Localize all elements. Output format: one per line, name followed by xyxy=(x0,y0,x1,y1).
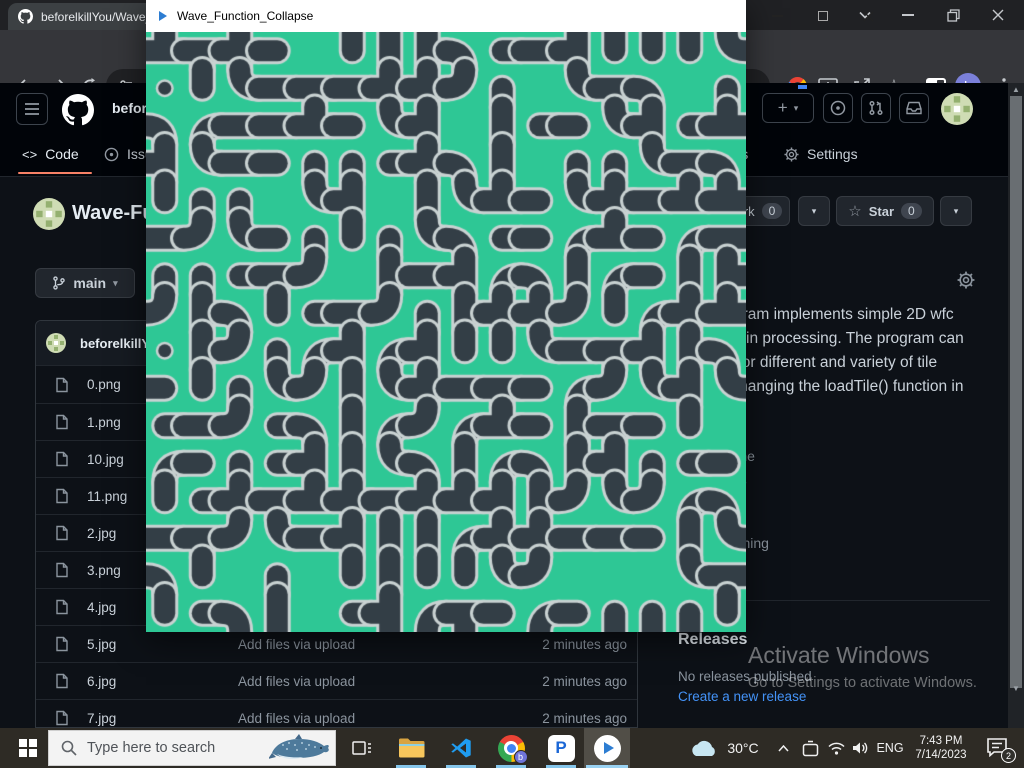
create-new-button[interactable]: +▾ xyxy=(762,93,814,123)
github-logo-icon[interactable] xyxy=(62,94,94,126)
sketch-app-icon xyxy=(159,11,167,21)
temperature-label[interactable]: 30°C xyxy=(722,728,764,768)
task-view-button[interactable] xyxy=(346,728,378,768)
page-scrollbar[interactable]: ▲ ▼ xyxy=(1008,83,1024,728)
active-tab-underline xyxy=(18,172,92,174)
branch-selector[interactable]: main ▾ xyxy=(35,268,135,298)
tab-code[interactable]: <> Code xyxy=(22,139,79,169)
vscode-button[interactable] xyxy=(444,728,478,768)
create-release-link[interactable]: Create a new release xyxy=(678,689,806,704)
file-icon xyxy=(54,710,70,726)
file-name-link[interactable]: 7.jpg xyxy=(87,711,222,726)
chrome-icon: b xyxy=(498,735,525,762)
scroll-up-icon[interactable]: ▲ xyxy=(1008,83,1024,96)
weather-icon[interactable] xyxy=(686,728,720,768)
star-label: Star xyxy=(869,204,894,219)
file-icon xyxy=(54,377,70,393)
tab-settings-label: Settings xyxy=(807,146,858,162)
commit-time: 2 minutes ago xyxy=(542,637,627,652)
wfc-window-title: Wave_Function_Collapse xyxy=(177,9,313,23)
file-icon xyxy=(54,673,70,689)
code-icon: <> xyxy=(22,147,37,162)
file-name-link[interactable]: 6.jpg xyxy=(87,674,222,689)
language-indicator[interactable]: ENG xyxy=(872,728,908,768)
user-avatar[interactable] xyxy=(941,93,973,125)
browser-restore-button[interactable] xyxy=(933,0,973,30)
commit-message-link[interactable]: Add files via upload xyxy=(238,711,355,726)
commit-message-link[interactable]: Add files via upload xyxy=(238,674,355,689)
hamburger-menu-icon[interactable] xyxy=(16,93,48,125)
clock-time: 7:43 PM xyxy=(920,734,963,748)
wifi-icon[interactable] xyxy=(824,728,848,768)
github-favicon-icon xyxy=(18,9,33,24)
tab-settings[interactable]: Settings xyxy=(784,139,858,169)
wfc-close-button[interactable] xyxy=(846,0,891,32)
fork-dropdown-button[interactable]: ▾ xyxy=(798,196,830,226)
notification-center-button[interactable]: 2 xyxy=(980,728,1020,768)
commit-message-link[interactable]: Add files via upload xyxy=(238,637,355,652)
tablet-mode-icon[interactable] xyxy=(798,728,822,768)
file-icon xyxy=(54,599,70,615)
branch-label: main xyxy=(73,275,106,291)
file-icon xyxy=(54,488,70,504)
star-icon: ☆ xyxy=(848,202,861,220)
star-button[interactable]: ☆ Star 0 xyxy=(836,196,934,226)
clock[interactable]: 7:43 PM 7/14/2023 xyxy=(908,728,974,768)
star-count: 0 xyxy=(901,203,922,219)
issues-header-icon[interactable] xyxy=(823,93,853,123)
tray-expand-chevron-icon[interactable] xyxy=(772,728,794,768)
file-icon xyxy=(54,414,70,430)
branch-icon xyxy=(52,276,66,290)
tab-code-label: Code xyxy=(45,146,78,162)
star-dropdown-button[interactable]: ▾ xyxy=(940,196,972,226)
gear-icon xyxy=(784,147,799,162)
wfc-maximize-button[interactable] xyxy=(800,0,845,32)
speaker-icon[interactable] xyxy=(848,728,872,768)
caret-down-icon: ▾ xyxy=(113,278,118,289)
processing-button[interactable]: P xyxy=(544,728,578,768)
scroll-down-icon[interactable]: ▼ xyxy=(1008,682,1024,695)
file-icon xyxy=(54,525,70,541)
wfc-pattern-canvas xyxy=(146,32,746,632)
search-placeholder: Type here to search xyxy=(87,740,269,756)
file-icon xyxy=(54,562,70,578)
wfc-titlebar[interactable]: Wave_Function_Collapse xyxy=(146,0,746,32)
pull-requests-header-icon[interactable] xyxy=(861,93,891,123)
about-gear-icon[interactable] xyxy=(957,271,975,289)
commit-time: 2 minutes ago xyxy=(542,674,627,689)
issue-dot-icon xyxy=(104,147,119,162)
wfc-app-window: Wave_Function_Collapse xyxy=(146,0,746,632)
scrollbar-thumb[interactable] xyxy=(1010,96,1022,688)
activate-windows-subtext: Go to Settings to activate Windows. xyxy=(748,675,977,691)
taskbar-search-input[interactable]: Type here to search xyxy=(48,730,336,766)
file-icon xyxy=(54,451,70,467)
notification-badge: 2 xyxy=(1001,748,1016,763)
browser-minimize-button[interactable] xyxy=(888,0,928,30)
chrome-button[interactable]: b xyxy=(494,728,528,768)
wfc-minimize-button[interactable] xyxy=(755,0,800,32)
table-row[interactable]: 6.jpg Add files via upload 2 minutes ago xyxy=(36,662,637,699)
activate-windows-watermark: Activate Windows xyxy=(748,642,930,669)
file-name-link[interactable]: 5.jpg xyxy=(87,637,222,652)
search-icon xyxy=(61,740,77,756)
table-row[interactable]: 7.jpg Add files via upload 2 minutes ago xyxy=(36,699,637,728)
releases-heading[interactable]: Releases xyxy=(678,631,747,649)
processing-icon: P xyxy=(548,735,575,762)
commit-time: 2 minutes ago xyxy=(542,711,627,726)
repo-avatar xyxy=(33,198,65,230)
fork-count: 0 xyxy=(762,203,783,219)
file-explorer-button[interactable] xyxy=(394,728,428,768)
browser-close-button[interactable] xyxy=(978,0,1018,30)
clock-date: 7/14/2023 xyxy=(915,748,966,762)
commit-avatar xyxy=(46,333,66,353)
inbox-icon[interactable] xyxy=(899,93,929,123)
sketch-window-button[interactable] xyxy=(584,728,630,768)
windows-logo-icon xyxy=(19,739,37,757)
file-icon xyxy=(54,636,70,652)
start-button[interactable] xyxy=(10,728,46,768)
desktop: beforelkillYou/Wave_Function_Collapse xyxy=(0,0,1024,768)
taskbar: Type here to search b xyxy=(0,728,1024,768)
play-icon xyxy=(594,735,621,762)
whale-shark-image[interactable] xyxy=(269,733,331,763)
